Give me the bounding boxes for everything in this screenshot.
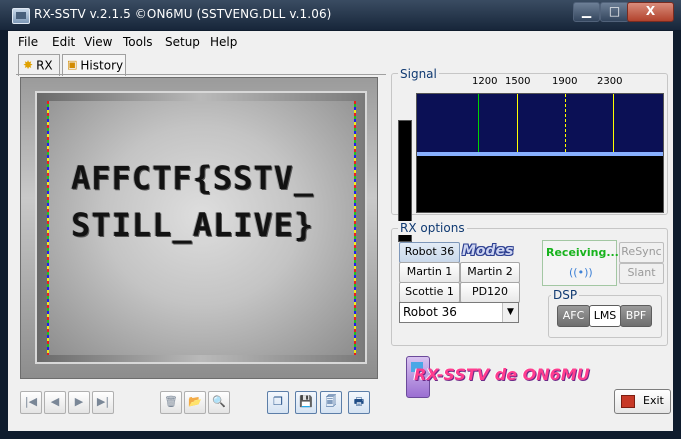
rx-options-label: RX options [398,221,467,235]
marker-1500 [517,94,518,152]
history-icon: ▣ [67,58,78,71]
tab-rx[interactable]: ✸ RX [18,54,60,76]
dsp-label: DSP [551,288,580,302]
modes-logo: Modes [462,243,514,259]
resync-button[interactable]: ReSync [619,242,664,263]
tab-divider [16,74,386,75]
copy-icon: ❐ [273,395,283,408]
marker-1900 [565,94,566,152]
save-button[interactable]: 💾 [295,391,317,414]
prev-image-button[interactable]: ◀ [44,391,66,414]
maximize-button[interactable]: □ [600,2,629,22]
delete-button[interactable]: 🗑 [160,391,182,414]
title-bar[interactable]: RX-SSTV v.2.1.5 ©ON6MU (SSTVENG.DLL v.1.… [0,0,681,30]
close-button[interactable]: X [627,2,674,22]
freq-label-1500: 1500 [505,76,531,87]
lms-toggle[interactable]: LMS [589,305,621,327]
next-image-button[interactable]: ▶ [68,391,90,414]
menu-setup[interactable]: Setup [165,35,200,49]
image-noise-edge-left [47,101,49,355]
freq-label-2300: 2300 [597,76,623,87]
rx-sstv-logo: RX-SSTV de ON6MU [406,356,606,398]
mode-pd120-button[interactable]: PD120 [460,282,520,303]
image-bezel: AFFCTF{SSTV_ STILL_ALIVE} [35,91,367,364]
marker-2300 [613,94,614,152]
zoom-icon: 🔍 [212,395,226,408]
receiving-indicator: Receiving... ((•)) [542,240,619,286]
image-text-line2: STILL_ALIVE} [71,206,315,244]
spectrum-separator [417,152,663,156]
open-folder-button[interactable]: 📂 [184,391,206,414]
antenna-icon: ((•)) [569,266,593,279]
mode-robot36-button[interactable]: Robot 36 [399,242,460,263]
prev-icon: ◀ [50,395,60,408]
first-icon: |◀ [24,395,38,408]
trash-icon: 🗑 [164,395,178,408]
menu-edit[interactable]: Edit [52,35,75,49]
slant-button[interactable]: Slant [619,263,664,284]
image-viewer: AFFCTF{SSTV_ STILL_ALIVE} [20,77,378,379]
folder-icon: 📂 [188,395,202,408]
afc-toggle[interactable]: AFC [557,305,590,327]
marker-1200 [478,94,479,152]
mode-select-value: Robot 36 [403,305,457,319]
freq-label-1200: 1200 [472,76,498,87]
received-sstv-image: AFFCTF{SSTV_ STILL_ALIVE} [47,101,356,355]
tab-history-label: History [80,58,124,73]
tab-history[interactable]: ▣ History [62,54,126,76]
bpf-toggle[interactable]: BPF [620,305,652,327]
first-image-button[interactable]: |◀ [20,391,42,414]
print-button[interactable]: 🖶 [348,391,370,414]
signal-label: Signal [398,67,439,81]
app-window: RX-SSTV v.2.1.5 ©ON6MU (SSTVENG.DLL v.1.… [0,0,681,439]
save-all-button[interactable]: 🗐 [320,391,342,414]
receiving-status: Receiving... [546,246,619,259]
app-icon[interactable] [12,8,30,24]
next-icon: ▶ [74,395,84,408]
save-icon: 💾 [299,395,313,408]
exit-door-icon [621,395,635,408]
sun-icon: ✸ [23,58,34,72]
mode-martin2-button[interactable]: Martin 2 [460,262,520,283]
exit-label: Exit [643,394,664,407]
chevron-down-icon[interactable]: ▼ [502,303,518,322]
menu-tools[interactable]: Tools [123,35,153,49]
minimize-button[interactable]: ▁ [573,2,600,22]
copy-button[interactable]: ❐ [267,391,289,414]
zoom-button[interactable]: 🔍 [208,391,230,414]
freq-label-1900: 1900 [552,76,578,87]
menu-file[interactable]: File [18,35,38,49]
tab-rx-label: RX [36,58,53,73]
menu-bar: File Edit View Tools Setup Help [8,31,673,52]
image-text-line1: AFFCTF{SSTV_ [71,159,315,197]
save-all-icon: 🗐 [325,395,337,408]
logo-text: RX-SSTV de ON6MU [414,365,590,384]
spectrum-scope [417,94,663,152]
last-image-button[interactable]: ▶| [92,391,114,414]
last-icon: ▶| [96,395,110,408]
exit-button[interactable]: Exit [614,389,671,414]
mode-select[interactable]: Robot 36 ▼ [399,302,519,323]
window-title: RX-SSTV v.2.1.5 ©ON6MU (SSTVENG.DLL v.1.… [34,7,332,21]
spectrum-display [416,93,664,213]
menu-view[interactable]: View [84,35,112,49]
menu-help[interactable]: Help [210,35,237,49]
client-area: File Edit View Tools Setup Help ✸ RX ▣ His… [8,31,673,431]
print-icon: 🖶 [353,395,365,408]
mode-scottie1-button[interactable]: Scottie 1 [399,282,460,303]
mode-martin1-button[interactable]: Martin 1 [399,262,460,283]
